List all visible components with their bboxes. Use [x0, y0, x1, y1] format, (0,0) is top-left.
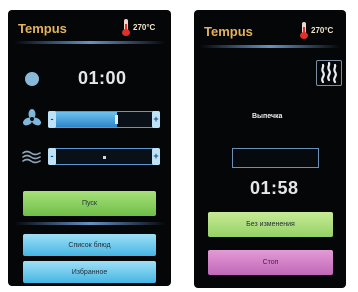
- temperature-indicator: 270°C: [122, 19, 156, 36]
- thermometer-icon: [122, 19, 130, 36]
- circle-icon: [25, 72, 39, 86]
- start-button[interactable]: Пуск: [23, 191, 156, 216]
- humidity-slider-marker[interactable]: [103, 156, 106, 159]
- header-divider: [14, 41, 166, 44]
- timer-display[interactable]: 01:00: [78, 68, 127, 89]
- fan-slider-knob[interactable]: [115, 115, 118, 124]
- temperature-indicator: 270°C: [300, 22, 334, 39]
- stop-button[interactable]: Стоп: [208, 250, 333, 275]
- temperature-value: 270°C: [311, 25, 334, 35]
- thermometer-icon: [300, 22, 308, 39]
- fan-decrease-button[interactable]: -: [48, 111, 56, 128]
- no-change-button[interactable]: Без изменения: [208, 212, 333, 237]
- brand-logo: Tempus: [18, 21, 67, 36]
- recipes-list-button[interactable]: Список блюд: [23, 234, 156, 256]
- mode-indicator: [316, 60, 342, 86]
- temperature-value: 270°C: [133, 22, 156, 32]
- buttons-divider: [14, 222, 166, 225]
- fan-icon: [22, 109, 42, 126]
- brand-logo: Tempus: [204, 24, 253, 39]
- wave-icon: [22, 150, 41, 164]
- baking-screen: Tempus 270°C Выпечка 01:58 Без изменения…: [194, 10, 346, 288]
- header-divider: [200, 45, 340, 48]
- main-menu-screen: Tempus 270°C 01:00 - + - + Пуск Список б…: [8, 10, 171, 286]
- progress-box: [232, 148, 319, 168]
- timer-display: 01:58: [250, 178, 299, 198]
- program-status: Выпечка: [252, 113, 283, 120]
- humidity-decrease-button[interactable]: -: [48, 148, 56, 165]
- fan-speed-slider[interactable]: - +: [48, 111, 160, 128]
- fan-slider-fill: [49, 112, 117, 127]
- steam-icon: [321, 61, 337, 84]
- favorites-button[interactable]: Избранное: [23, 261, 156, 283]
- humidity-increase-button[interactable]: +: [152, 148, 160, 165]
- fan-increase-button[interactable]: +: [152, 111, 160, 128]
- humidity-slider[interactable]: - +: [48, 148, 160, 165]
